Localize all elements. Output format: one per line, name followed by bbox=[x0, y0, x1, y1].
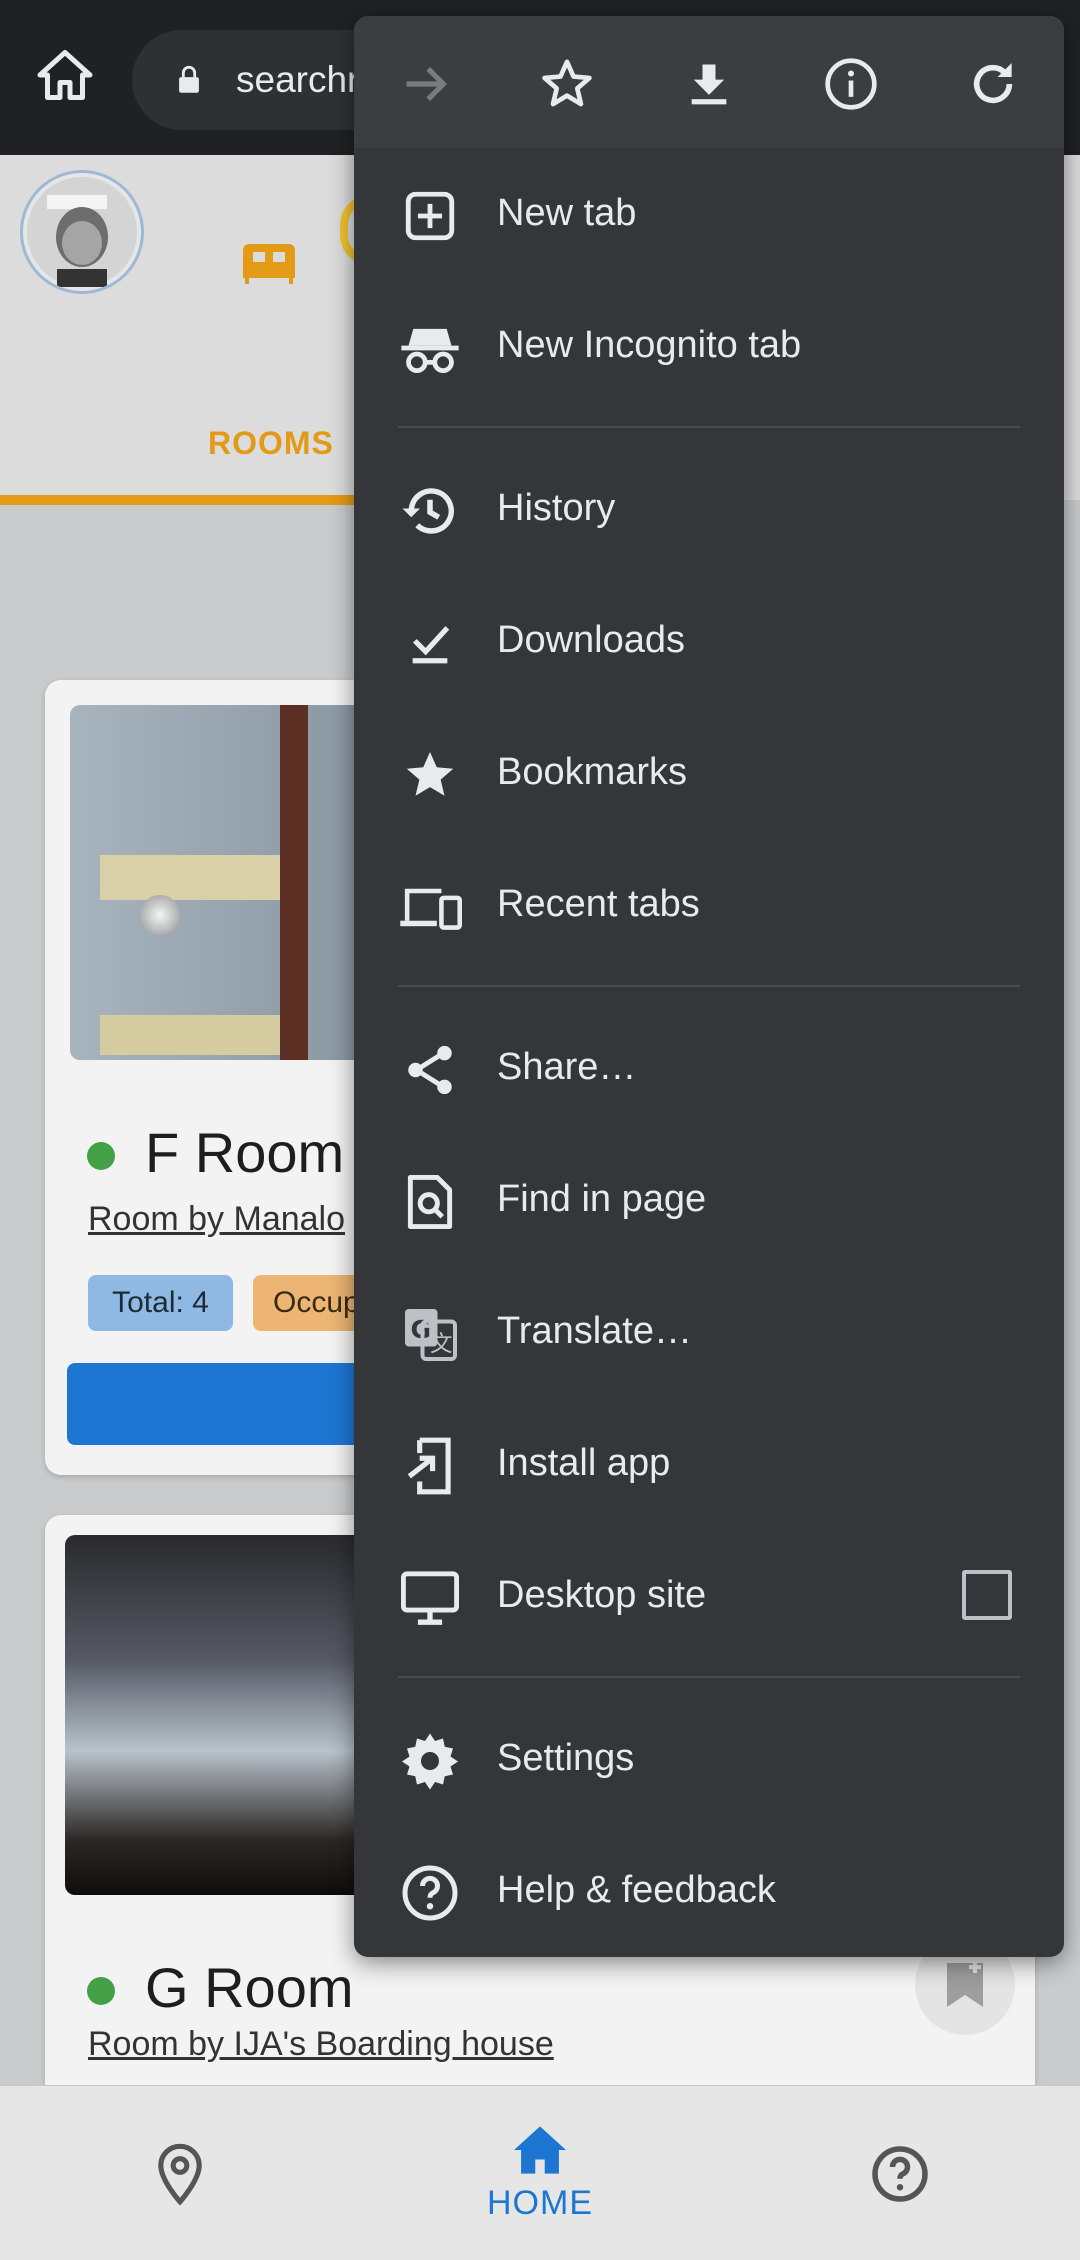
bookmark-star-icon[interactable] bbox=[535, 52, 599, 116]
menu-item-recent-tabs[interactable]: Recent tabs bbox=[354, 839, 1064, 971]
menu-item-history[interactable]: History bbox=[354, 443, 1064, 575]
menu-item-label: Bookmarks bbox=[497, 751, 688, 793]
desktop-site-checkbox[interactable] bbox=[962, 1570, 1012, 1620]
menu-divider bbox=[398, 1676, 1020, 1678]
nav-map[interactable] bbox=[0, 2086, 360, 2260]
menu-item-label: Desktop site bbox=[497, 1574, 707, 1616]
downloads-icon bbox=[398, 611, 462, 675]
menu-item-bookmarks[interactable]: Bookmarks bbox=[354, 707, 1064, 839]
browser-overflow-menu: New tab New Incognito tab History Downlo… bbox=[354, 16, 1064, 1957]
incognito-icon bbox=[398, 316, 462, 380]
avatar[interactable] bbox=[20, 170, 144, 294]
menu-item-label: History bbox=[497, 487, 616, 529]
menu-item-desktop-site[interactable]: Desktop site bbox=[354, 1530, 1064, 1662]
home-icon bbox=[514, 2126, 566, 2174]
room-owner-link[interactable]: Room by Manalo bbox=[88, 1200, 345, 1239]
menu-item-find-in-page[interactable]: Find in page bbox=[354, 1134, 1064, 1266]
menu-item-label: Share… bbox=[497, 1046, 637, 1088]
bookmarks-icon bbox=[398, 743, 462, 807]
svg-text:文: 文 bbox=[430, 1332, 453, 1358]
menu-item-downloads[interactable]: Downloads bbox=[354, 575, 1064, 707]
url-text: searchr bbox=[236, 59, 360, 100]
find-in-page-icon bbox=[398, 1170, 462, 1234]
menu-item-label: Translate… bbox=[497, 1310, 692, 1352]
reload-icon[interactable] bbox=[961, 52, 1025, 116]
location-pin-icon bbox=[158, 2143, 202, 2206]
home-icon[interactable] bbox=[30, 40, 100, 110]
room-title: G Room bbox=[145, 1956, 354, 2019]
room-owner-link[interactable]: Room by IJA's Boarding house bbox=[88, 2025, 554, 2064]
menu-item-label: New Incognito tab bbox=[497, 324, 802, 366]
menu-item-label: Settings bbox=[497, 1737, 635, 1779]
menu-item-help-feedback[interactable]: Help & feedback bbox=[354, 1825, 1064, 1957]
menu-item-new-incognito-tab[interactable]: New Incognito tab bbox=[354, 280, 1064, 412]
menu-item-label: Find in page bbox=[497, 1178, 707, 1220]
install-app-icon bbox=[398, 1434, 462, 1498]
forward-icon[interactable] bbox=[394, 52, 458, 116]
menu-item-label: New tab bbox=[497, 192, 637, 234]
help-icon bbox=[398, 1861, 462, 1925]
desktop-icon bbox=[398, 1566, 462, 1630]
new-tab-icon bbox=[398, 184, 462, 248]
menu-item-label: Help & feedback bbox=[497, 1869, 776, 1911]
menu-item-translate[interactable]: G文 Translate… bbox=[354, 1266, 1064, 1398]
settings-icon bbox=[398, 1729, 462, 1793]
translate-icon: G文 bbox=[398, 1302, 462, 1366]
download-icon[interactable] bbox=[677, 52, 741, 116]
menu-divider bbox=[398, 985, 1020, 987]
lock-icon bbox=[179, 65, 199, 93]
menu-item-new-tab[interactable]: New tab bbox=[354, 148, 1064, 280]
recent-tabs-icon bbox=[398, 875, 462, 939]
menu-item-install-app[interactable]: Install app bbox=[354, 1398, 1064, 1530]
menu-item-label: Downloads bbox=[497, 619, 685, 661]
status-dot bbox=[87, 1977, 115, 2005]
tab-rooms-label: ROOMS bbox=[208, 425, 334, 461]
menu-item-label: Recent tabs bbox=[497, 883, 700, 925]
menu-item-share[interactable]: Share… bbox=[354, 1002, 1064, 1134]
share-icon bbox=[398, 1038, 462, 1102]
nav-home[interactable]: HOME bbox=[360, 2086, 720, 2260]
help-icon bbox=[872, 2145, 928, 2202]
bed-icon bbox=[243, 244, 295, 284]
history-icon bbox=[398, 479, 462, 543]
nav-help[interactable] bbox=[720, 2086, 1080, 2260]
bottom-navigation: HOME bbox=[0, 2085, 1080, 2260]
menu-toolbar bbox=[354, 16, 1064, 148]
menu-item-settings[interactable]: Settings bbox=[354, 1693, 1064, 1825]
total-badge: Total: 4 bbox=[88, 1275, 233, 1331]
menu-item-label: Install app bbox=[497, 1442, 671, 1484]
menu-divider bbox=[398, 426, 1020, 428]
nav-home-label: HOME bbox=[487, 2184, 593, 2222]
info-icon[interactable] bbox=[819, 52, 883, 116]
status-dot bbox=[87, 1142, 115, 1170]
room-title: F Room bbox=[145, 1121, 345, 1184]
